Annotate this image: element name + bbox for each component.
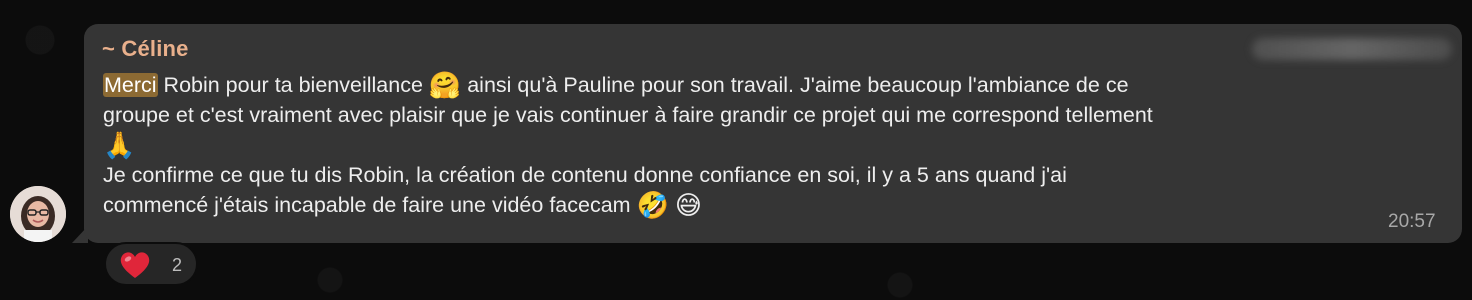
search-highlight: Merci	[103, 73, 158, 97]
message-line: Je confirme ce que tu dis Robin, la créa…	[103, 160, 1453, 190]
reaction-count: 2	[172, 255, 183, 275]
folded-hands-emoji: 🙏	[103, 130, 136, 160]
grinning-sweat-emoji: 😅	[674, 190, 703, 220]
sender-phone-redacted	[1252, 38, 1452, 60]
avatar-photo	[10, 186, 66, 242]
hugging-face-emoji: 🤗	[428, 70, 462, 100]
message-text: Merci Robin pour ta bienveillance 🤗 ains…	[103, 70, 1453, 220]
rolling-laughing-emoji: 🤣	[636, 190, 669, 220]
message-line: Merci Robin pour ta bienveillance 🤗 ains…	[103, 70, 1453, 100]
sender-name[interactable]: ~ Céline	[102, 36, 189, 62]
message-timestamp: 20:57	[1388, 211, 1436, 232]
message-text-segment: ainsi qu'à Pauline pour son travail. J'a…	[461, 73, 1129, 97]
message-text-segment: groupe et c'est vraiment avec plaisir qu…	[103, 103, 1153, 127]
reaction-pill[interactable]: 2	[104, 242, 198, 286]
message-line: commencé j'étais incapable de faire une …	[103, 190, 1453, 220]
message-line: groupe et c'est vraiment avec plaisir qu…	[103, 100, 1453, 130]
avatar[interactable]	[10, 186, 66, 242]
message-text-segment: Je confirme ce que tu dis Robin, la créa…	[103, 163, 1067, 187]
message-text-segment: Robin pour ta bienveillance	[157, 73, 429, 97]
heart-icon	[118, 250, 152, 285]
message-text-segment: commencé j'étais incapable de faire une …	[103, 193, 637, 217]
message-line: 🙏	[103, 130, 1453, 160]
